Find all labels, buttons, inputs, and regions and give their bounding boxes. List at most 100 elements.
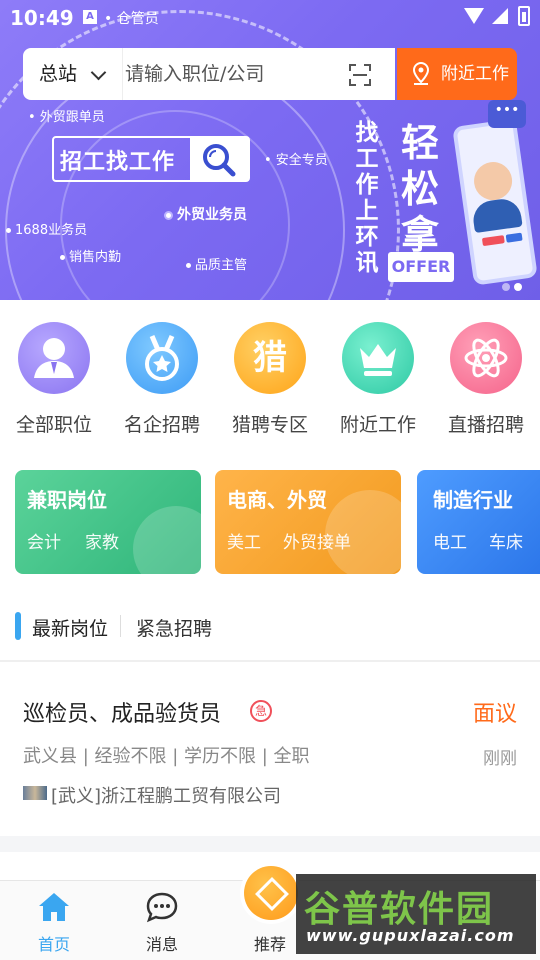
scan-icon[interactable] [349,64,371,86]
divider [0,660,540,662]
card-sub: 家教 [85,533,119,553]
card-manufacturing[interactable]: 制造行业 电工 车床 [417,470,540,574]
menu-item-nearby-jobs[interactable]: 附近工作 [324,320,432,437]
carousel-indicator [498,276,522,295]
menu-label: 名企招聘 [123,414,200,436]
nav-label: 首页 [37,935,70,954]
person-icon [18,322,90,394]
menu-label: 直播招聘 [447,414,524,436]
banner-tag-text: 1688业务员 [15,223,88,238]
active-tab-indicator [15,612,21,640]
home-icon [39,893,69,921]
banner-tag-highlight: 外贸业务员 [164,204,247,224]
tag-dot [6,228,11,233]
job-list-item[interactable]: 巡检员、成品验货员 急 面议 武义县 | 经验不限 | 学历不限 | 全职 刚刚… [0,664,540,836]
hunt-icon: 猎 [234,322,306,394]
card-ecommerce[interactable]: 电商、外贸 美工 外贸接单 [215,470,401,574]
banner-tag-text: 销售内勤 [69,250,122,265]
banner-tag: 1688业务员 [6,219,87,238]
job-tabs: 最新岗位 紧急招聘 [0,600,540,654]
recommend-icon[interactable] [244,866,298,920]
watermark: 谷普软件园 www.gupuxlazai.com [296,874,536,954]
nearby-jobs-button[interactable]: 附近工作 [397,48,517,100]
menu-item-live-recruiting[interactable]: 直播招聘 [432,320,540,437]
tab-divider [120,615,121,637]
category-menu: 全部职位 名企招聘 猎 猎聘专区 附近工作 直播招聘 [0,320,540,450]
tag-dot [60,255,65,260]
signal-icon [492,8,508,24]
crown-icon [342,322,414,394]
slogan-char: 环 [355,224,379,250]
banner-tag: 品质主管 [186,254,247,273]
chat-icon [146,892,178,923]
nav-label: 消息 [145,935,178,954]
banner-tag-text: 品质主管 [195,258,248,273]
card-part-time[interactable]: 兼职岗位 会计 家教 [15,470,201,574]
menu-label: 附近工作 [339,414,416,436]
job-title: 巡检员、成品验货员 [23,702,222,727]
nav-home[interactable]: 首页 [0,881,108,960]
banner-tag: • 安全专员 [264,153,328,168]
money-bag-icon [133,506,201,574]
card-title: 电商、外贸 [227,488,327,512]
menu-item-famous-companies[interactable]: 名企招聘 [108,320,216,437]
tag-dot [186,263,191,268]
banner-tag: 销售内勤 [60,246,121,265]
slogan-char: 松 [400,167,439,211]
offer-badge: OFFER [388,252,454,282]
medal-icon [126,322,198,394]
slogan-char: 上 [355,198,379,224]
menu-item-all-jobs[interactable]: 全部职位 [0,320,108,437]
card-sub: 电工 [433,533,467,553]
banner-tag: • 外贸跟单员 [28,110,105,125]
banner-slogan-big: 轻 松 拿 [394,120,446,258]
battery-icon [518,6,530,26]
status-time: 10:49 [10,6,74,30]
tab-latest-jobs[interactable]: 最新岗位 [32,614,108,641]
magnifier-icon [190,138,248,180]
status-bar: 10:49 A • 仓管员 [0,0,540,36]
slogan-char: 轻 [400,121,439,165]
watermark-url: www.gupuxlazai.com [306,926,515,945]
atom-icon [450,322,522,394]
list-gap [0,836,540,852]
banner-hire-box: 招工找工作 [52,136,250,182]
wifi-icon [464,8,484,24]
job-salary: 面议 [472,702,517,727]
nav-messages[interactable]: 消息 [108,881,216,960]
status-app-indicator: • 仓管员 [104,11,159,27]
chat-bubble-icon: ••• [488,100,526,128]
company-logo [23,786,47,800]
phone-bar [505,232,523,243]
chevron-down-icon [90,64,107,81]
banner-hire-text: 招工找工作 [60,150,176,175]
slogan-char: 作 [355,172,379,198]
slogan-char: 找 [355,120,379,146]
watermark-brand: 谷普软件园 [304,889,495,930]
urgent-badge: 急 [250,700,272,722]
person-body-icon [470,196,523,234]
person-head-icon [471,159,515,203]
job-meta: 武义县 | 经验不限 | 学历不限 | 全职 [23,746,310,767]
company-name: [武义]浙江程鹏工贸有限公司 [51,786,282,807]
city-selector[interactable]: 总站 [23,48,123,100]
hunt-glyph: 猎 [253,338,287,378]
notification-a-icon: A [83,10,97,24]
carousel-dot-active [514,283,522,291]
industry-cards: 兼职岗位 会计 家教 电商、外贸 美工 外贸接单 制造行业 电工 车床 [0,470,540,576]
job-posted-time: 刚刚 [483,749,517,769]
carousel-dot [502,283,510,291]
phone-illustration [452,118,538,286]
phone-bar [481,235,505,247]
location-pin-icon [412,62,430,85]
menu-label: 全部职位 [15,414,92,436]
nearby-jobs-label: 附近工作 [441,64,509,84]
card-sub: 美工 [227,533,261,553]
menu-item-headhunting[interactable]: 猎 猎聘专区 [216,320,324,437]
card-title: 兼职岗位 [27,488,107,512]
card-sub: 会计 [27,533,61,553]
banner-slogan-small: 找 工 作 上 环 讯 [352,120,382,276]
city-label: 总站 [39,63,78,85]
tab-urgent-jobs[interactable]: 紧急招聘 [136,614,212,641]
top-banner[interactable]: 10:49 A • 仓管员 总站 附近工作 • 外贸跟单员 • 安全专员 168… [0,0,540,300]
